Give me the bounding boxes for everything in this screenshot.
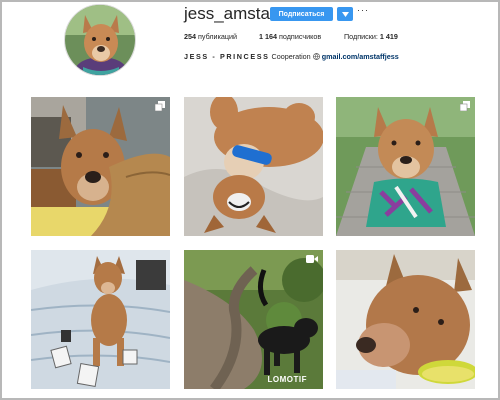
suggestions-dropdown-button[interactable] [337,7,353,21]
more-options-button[interactable]: ··· [357,5,369,15]
dog-on-bed-photo [31,250,170,389]
bio-text: Cooperation [271,52,311,61]
profile-stats: 254 публикаций 1 164 подписчиков Подписк… [184,32,414,44]
post-thumbnail[interactable] [184,97,323,236]
follow-button[interactable]: Подписаться [270,7,333,21]
posts-stat: 254 публикаций [184,32,237,41]
multiple-photos-icon [460,101,470,111]
dog-closeup-photo [336,250,475,389]
globe-icon [312,53,320,60]
post-thumbnail[interactable] [31,250,170,389]
post-thumbnail[interactable] [336,250,475,389]
dog-selfie-photo [31,97,170,236]
video-icon [306,255,318,263]
dog-on-back-photo [184,97,323,236]
multiple-photos-icon [155,101,165,111]
post-thumbnail[interactable]: LOMOTIF [184,250,323,389]
posts-label: публикаций [198,32,238,41]
following-label: Подписки: [344,32,378,41]
chevron-down-icon [341,11,349,17]
followers-label: подписчиков [279,32,322,41]
profile-bio: JESS - PRINCESS Cooperation gmail.com/am… [184,52,399,61]
post-thumbnail[interactable] [31,97,170,236]
followers-count: 1 164 [259,32,277,41]
followers-stat[interactable]: 1 164 подписчиков [259,32,321,41]
following-stat[interactable]: Подписки: 1 419 [344,32,398,41]
bio-link[interactable]: gmail.com/amstaffjess [322,52,399,61]
bio-name: JESS - PRINCESS [184,52,270,61]
post-thumbnail[interactable] [336,97,475,236]
following-count: 1 419 [379,32,398,41]
posts-count: 254 [184,32,196,41]
lomotif-watermark: LOMOTIF [267,375,307,384]
black-dog-path-photo [184,250,323,389]
avatar[interactable] [64,4,136,76]
dog-in-shirt-photo [336,97,475,236]
profile-username: jess_amstaff [184,4,280,23]
